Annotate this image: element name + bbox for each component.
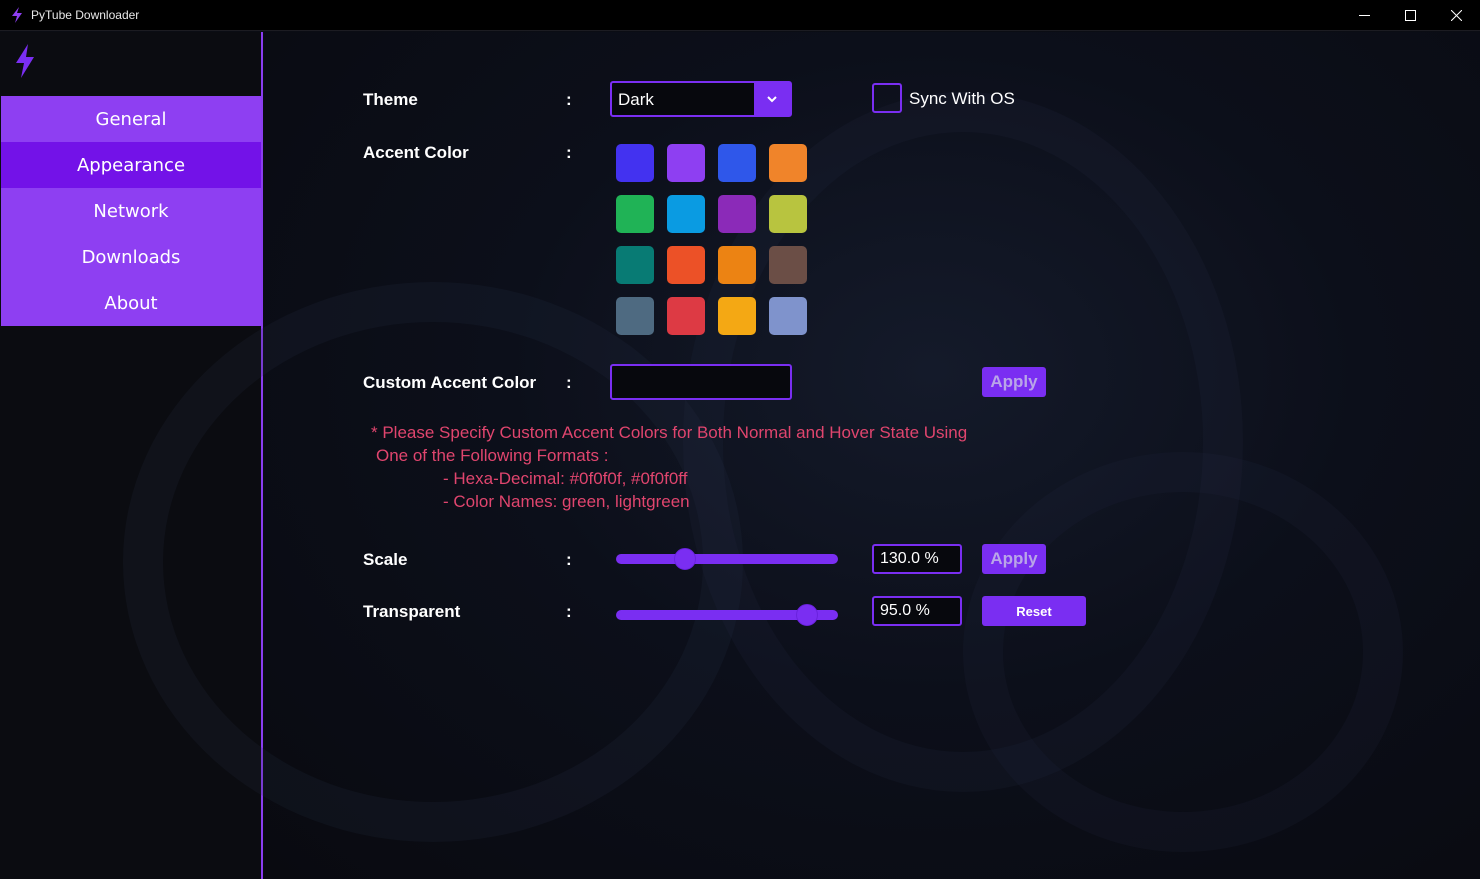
custom-accent-colon: : xyxy=(566,373,572,392)
accent-color-label: Accent Color xyxy=(363,143,469,162)
theme-colon: : xyxy=(566,90,572,109)
accent-color-swatch[interactable] xyxy=(667,144,705,182)
transparent-slider[interactable] xyxy=(616,604,838,626)
transparent-colon: : xyxy=(566,602,572,621)
sidebar-menu: General Appearance Network Downloads Abo… xyxy=(1,96,261,326)
minimize-icon xyxy=(1358,15,1370,16)
accent-color-swatch[interactable] xyxy=(718,246,756,284)
accent-color-swatch[interactable] xyxy=(769,144,807,182)
accent-color-swatch[interactable] xyxy=(718,297,756,335)
accent-color-swatch[interactable] xyxy=(667,195,705,233)
sidebar-item-general[interactable]: General xyxy=(1,96,261,142)
theme-select-value: Dark xyxy=(618,90,654,109)
accent-color-swatch[interactable] xyxy=(718,195,756,233)
scale-label: Scale xyxy=(363,550,408,569)
maximize-button[interactable] xyxy=(1387,0,1433,31)
accent-color-swatch[interactable] xyxy=(616,195,654,233)
title-bar: PyTube Downloader xyxy=(0,0,1480,31)
transparent-slider-handle[interactable] xyxy=(795,604,818,626)
accent-color-swatch[interactable] xyxy=(616,297,654,335)
scale-slider[interactable] xyxy=(616,548,838,570)
lightning-logo-icon xyxy=(16,44,34,78)
custom-accent-note-line-2: One of the Following Formats : xyxy=(376,446,609,465)
accent-color-swatch[interactable] xyxy=(769,195,807,233)
accent-color-swatch[interactable] xyxy=(667,246,705,284)
sidebar-item-about[interactable]: About xyxy=(1,280,261,326)
close-button[interactable] xyxy=(1433,0,1479,31)
accent-color-swatch[interactable] xyxy=(769,297,807,335)
sidebar-item-appearance[interactable]: Appearance xyxy=(1,142,261,188)
scale-value-field[interactable]: 130.0 % xyxy=(872,544,962,574)
custom-accent-input[interactable] xyxy=(610,364,792,400)
custom-accent-label: Custom Accent Color xyxy=(363,373,537,392)
minimize-button[interactable] xyxy=(1341,0,1387,31)
sync-with-os-checkbox[interactable] xyxy=(872,83,902,113)
scale-slider-track[interactable] xyxy=(616,554,838,564)
scale-colon: : xyxy=(566,550,572,569)
accent-color-colon: : xyxy=(566,143,572,162)
transparent-label: Transparent xyxy=(363,602,461,621)
theme-label: Theme xyxy=(363,90,418,109)
scale-slider-handle[interactable] xyxy=(673,548,696,570)
sidebar-item-downloads[interactable]: Downloads xyxy=(1,234,261,280)
custom-accent-note-line-4: - Color Names: green, lightgreen xyxy=(443,492,690,511)
background-swirl xyxy=(963,452,1403,852)
lightning-icon xyxy=(12,7,22,23)
close-icon xyxy=(1450,10,1462,21)
accent-color-swatch[interactable] xyxy=(616,246,654,284)
theme-select[interactable]: Dark xyxy=(610,81,792,117)
transparent-reset-button[interactable]: Reset xyxy=(982,596,1086,626)
scale-apply-button[interactable]: Apply xyxy=(982,544,1046,574)
maximize-icon xyxy=(1404,10,1416,21)
accent-color-swatch[interactable] xyxy=(616,144,654,182)
sidebar-item-network[interactable]: Network xyxy=(1,188,261,234)
custom-accent-note-line-3: - Hexa-Decimal: #0f0f0f, #0f0f0ff xyxy=(443,469,688,488)
accent-color-swatch[interactable] xyxy=(667,297,705,335)
transparent-value-field[interactable]: 95.0 % xyxy=(872,596,962,626)
accent-color-swatch[interactable] xyxy=(769,246,807,284)
sync-with-os-label: Sync With OS xyxy=(909,89,1015,108)
accent-color-swatch[interactable] xyxy=(718,144,756,182)
custom-accent-apply-button[interactable]: Apply xyxy=(982,367,1046,397)
chevron-down-icon[interactable] xyxy=(754,83,790,115)
custom-accent-note-line-1: * Please Specify Custom Accent Colors fo… xyxy=(371,423,968,442)
window-title: PyTube Downloader xyxy=(31,8,140,22)
